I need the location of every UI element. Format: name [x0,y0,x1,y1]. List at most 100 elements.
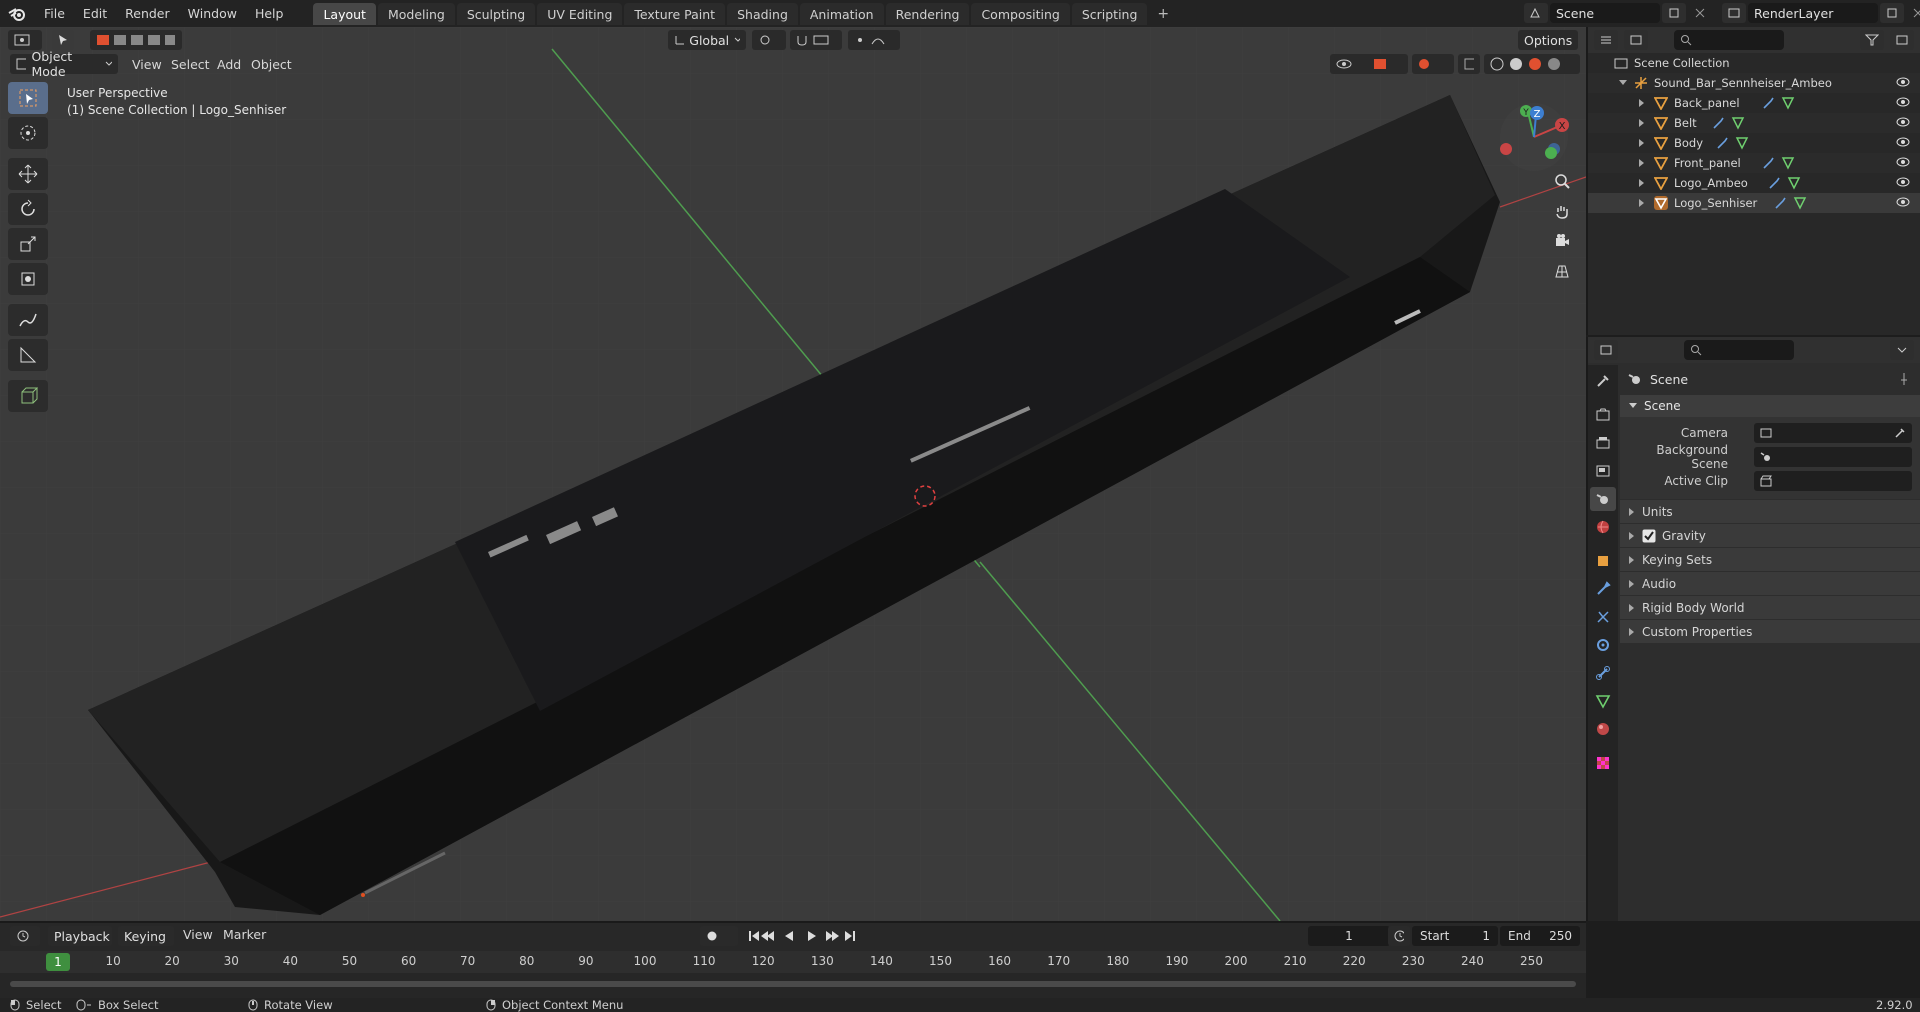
outliner-object-row-active[interactable]: Logo_Senhiser [1588,193,1920,213]
background-scene-field[interactable] [1754,447,1912,467]
render-tab-icon[interactable] [1590,403,1616,427]
jump-end-icon[interactable] [845,931,855,941]
scene-collection-row[interactable]: Scene Collection [1588,53,1920,73]
gravity-checkbox[interactable] [1642,529,1656,543]
scale-tool[interactable] [8,228,48,260]
audio-panel[interactable]: Audio [1620,571,1920,595]
pivot-point-dropdown[interactable] [752,30,786,50]
tab-compositing[interactable]: Compositing [971,2,1070,25]
playback-dropdown[interactable]: Playback [48,926,112,946]
timeline-menu-marker[interactable]: Marker [223,927,266,942]
record-button[interactable] [700,926,738,946]
options-chevron-icon[interactable] [1890,340,1914,360]
scene-browse-icon[interactable] [1524,3,1548,23]
tab-animation[interactable]: Animation [799,2,884,25]
delete-scene-icon[interactable] [1688,3,1712,23]
rotate-tool[interactable] [8,193,48,225]
blender-logo-icon[interactable] [6,4,28,24]
view-layer-field[interactable]: RenderLayer [1748,3,1878,23]
keying-sets-panel[interactable]: Keying Sets [1620,547,1920,571]
timeline-menu-view[interactable]: View [183,927,213,942]
selection-mode-buttons[interactable] [90,30,182,50]
select-box-tool[interactable] [8,82,48,114]
filter-icon[interactable] [1860,30,1884,50]
xray-toggle[interactable] [1458,54,1480,74]
overlay-toggle[interactable] [1412,54,1454,74]
view-layer-browse-icon[interactable] [1722,3,1746,23]
new-scene-icon[interactable] [1662,3,1686,23]
tool-tab-icon[interactable] [1590,369,1616,393]
outliner-object-row[interactable]: Back_panel [1588,93,1920,113]
scene-panel-header[interactable]: Scene [1620,395,1920,417]
material-tab-icon[interactable] [1590,717,1616,741]
tab-texture-paint[interactable]: Texture Paint [624,2,726,25]
tab-layout[interactable]: Layout [313,2,376,25]
options-dropdown[interactable]: Options [1518,30,1578,50]
custom-properties-panel[interactable]: Custom Properties [1620,619,1920,643]
modifier-tab-icon[interactable] [1590,577,1616,601]
tab-modeling[interactable]: Modeling [377,2,455,25]
mode-dropdown[interactable]: Object Mode [10,49,118,79]
gravity-panel[interactable]: Gravity [1620,523,1920,547]
jump-start-icon[interactable] [749,931,759,941]
current-frame-indicator[interactable]: 1 [46,953,70,971]
menu-window[interactable]: Window [180,3,245,24]
menu-render[interactable]: Render [117,3,178,24]
move-tool[interactable] [8,158,48,190]
next-keyframe-icon[interactable] [826,931,839,941]
menu-help[interactable]: Help [247,3,292,24]
gizmo-toggle[interactable] [1366,54,1408,74]
data-tab-icon[interactable] [1590,689,1616,713]
collection-row[interactable]: Sound_Bar_Sennheiser_Ambeo [1588,73,1920,93]
tab-scripting[interactable]: Scripting [1071,2,1148,25]
annotate-tool[interactable] [8,304,48,336]
outliner-object-row[interactable]: Logo_Ambeo [1588,173,1920,193]
cursor-tool[interactable] [8,117,48,149]
add-workspace-button[interactable]: + [1149,3,1177,25]
view-layer-tab-icon[interactable] [1590,459,1616,483]
tab-shading[interactable]: Shading [727,2,798,25]
prev-keyframe-icon[interactable] [761,931,774,941]
particles-tab-icon[interactable] [1590,605,1616,629]
play-icon[interactable] [808,931,816,941]
select-tool-icon[interactable] [52,30,74,50]
new-collection-icon[interactable] [1890,30,1914,50]
timeline-scrollbar[interactable] [10,981,1576,987]
measure-tool[interactable] [8,339,48,371]
transform-orientation-dropdown[interactable]: Global [668,30,746,50]
constraints-tab-icon[interactable] [1590,661,1616,685]
active-clip-field[interactable] [1754,471,1912,491]
menu-edit[interactable]: Edit [75,3,115,24]
grid-projection-icon[interactable] [1548,257,1576,285]
keying-dropdown[interactable]: Keying [118,926,174,946]
snap-toggle[interactable] [790,30,842,50]
camera-icon[interactable] [1548,227,1576,255]
display-mode-icon[interactable] [1624,30,1648,50]
3d-viewport[interactable]: Global Options Object Mode View Select A… [0,27,1586,921]
new-view-layer-icon[interactable] [1880,3,1904,23]
scene-tab-icon[interactable] [1590,487,1616,511]
scene-name-field[interactable]: Scene [1550,3,1660,23]
timeline-editor-type-icon[interactable] [10,926,40,946]
texture-tab-icon[interactable] [1590,751,1616,775]
delete-view-layer-icon[interactable] [1906,3,1920,23]
output-tab-icon[interactable] [1590,431,1616,455]
outliner-editor-type-icon[interactable] [1594,30,1618,50]
zoom-icon[interactable] [1548,167,1576,195]
outliner-object-row[interactable]: Front_panel [1588,153,1920,173]
properties-editor-type-icon[interactable] [1594,340,1618,360]
tab-uv-editing[interactable]: UV Editing [537,2,623,25]
world-tab-icon[interactable] [1590,515,1616,539]
tab-sculpting[interactable]: Sculpting [456,2,536,25]
shading-mode-buttons[interactable] [1484,54,1580,74]
tab-rendering[interactable]: Rendering [885,2,970,25]
transform-tool[interactable] [8,263,48,295]
hand-pan-icon[interactable] [1548,197,1576,225]
outliner-search-input[interactable] [1674,30,1784,50]
outliner-object-row[interactable]: Belt [1588,113,1920,133]
play-reverse-icon[interactable] [785,931,793,941]
menu-add[interactable]: Add [217,57,241,72]
properties-search-input[interactable] [1684,340,1794,360]
editor-type-button[interactable] [8,30,42,50]
start-frame-field[interactable]: Start 1 [1412,926,1498,946]
